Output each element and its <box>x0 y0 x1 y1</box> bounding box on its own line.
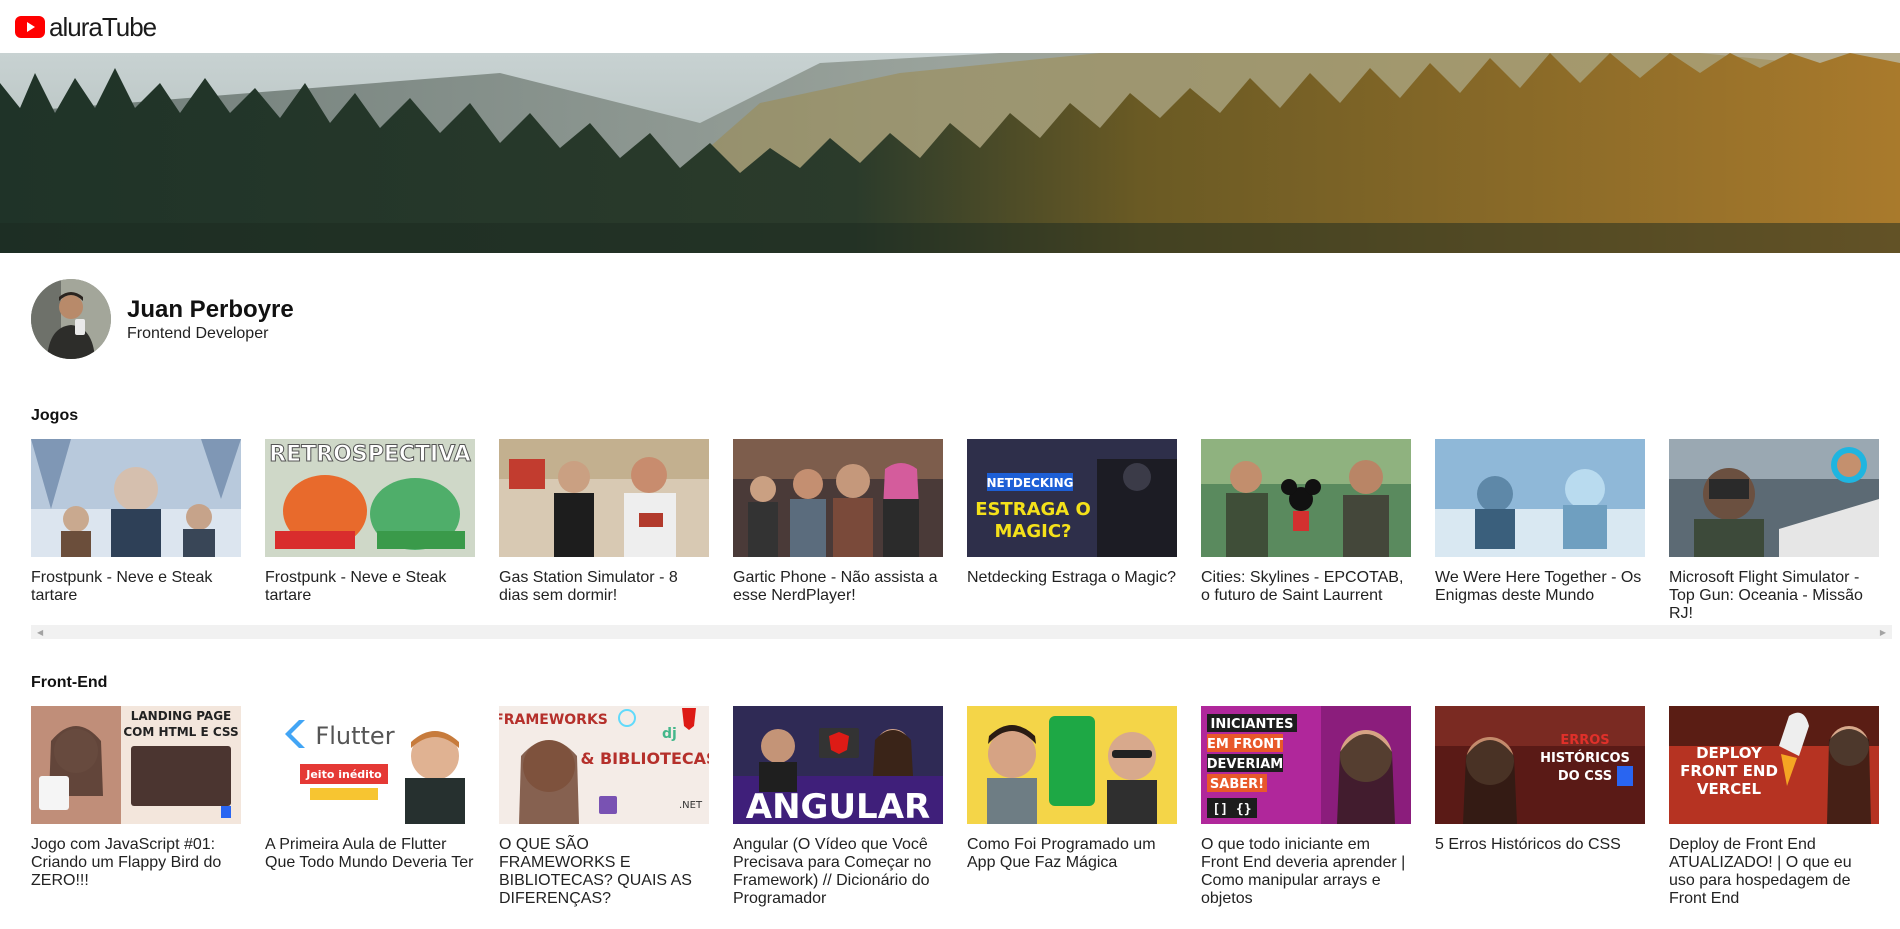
video-thumbnail[interactable] <box>31 439 241 557</box>
avatar[interactable] <box>31 279 111 359</box>
thumbnail-text: [] {} <box>1212 802 1251 817</box>
playlist-jogos: Jogos Frostpunk - Neve e Steak tartare R… <box>31 405 1900 639</box>
video-title[interactable]: O que todo iniciante em Front End deveri… <box>1201 836 1411 908</box>
thumbnail-text: ERROS <box>1560 733 1609 748</box>
thumbnail-text: FRONT END <box>1680 762 1778 780</box>
thumbnail-text: INICIANTES <box>1211 717 1294 732</box>
video-card[interactable]: Microsoft Flight Simulator - Top Gun: Oc… <box>1669 439 1879 623</box>
channel-job: Frontend Developer <box>127 324 269 342</box>
video-card[interactable]: ANGULAR Angular (O Vídeo que Você Precis… <box>733 706 943 908</box>
channel-name: Juan Perboyre <box>127 295 294 323</box>
thumbnail-text: NETDECKING <box>986 476 1073 490</box>
thumbnail-text: ESTRAGA O <box>975 499 1091 520</box>
banner-image <box>0 53 1900 253</box>
video-title[interactable]: Frostpunk - Neve e Steak tartare <box>31 569 241 605</box>
video-title[interactable]: O QUE SÃO FRAMEWORKS E BIBLIOTECAS? QUAI… <box>499 836 709 908</box>
video-title[interactable]: Jogo com JavaScript #01: Criando um Flap… <box>31 836 241 890</box>
thumbnail-text: COM HTML E CSS <box>123 725 238 739</box>
thumbnail-text: EM FRONT <box>1207 737 1283 752</box>
video-card[interactable]: FRAMEWORKS & BIBLIOTECAS dj .NET O QUE S… <box>499 706 709 908</box>
channel-profile: Juan Perboyre Frontend Developer <box>31 279 294 359</box>
video-card[interactable]: INICIANTES EM FRONT DEVERIAM SABER! [] {… <box>1201 706 1411 908</box>
scroll-right-icon[interactable]: ▶ <box>1880 628 1886 637</box>
video-row[interactable]: LANDING PAGE COM HTML E CSS Jogo com Jav… <box>31 706 1900 929</box>
video-card[interactable]: Como Foi Programado um App Que Faz Mágic… <box>967 706 1177 872</box>
video-title[interactable]: Como Foi Programado um App Que Faz Mágic… <box>967 836 1177 872</box>
video-card[interactable]: Flutter Jeito inédito A Primeira Aula de… <box>265 706 475 872</box>
video-thumbnail[interactable]: ERROS HISTÓRICOS DO CSS <box>1435 706 1645 824</box>
video-thumbnail[interactable] <box>1669 439 1879 557</box>
video-thumbnail[interactable] <box>1435 439 1645 557</box>
thumbnail-text: VERCEL <box>1697 780 1762 798</box>
thumbnail-text: DO CSS <box>1558 769 1612 784</box>
thumbnail-text: RETROSPECTIVA <box>269 442 471 467</box>
video-card[interactable]: ERROS HISTÓRICOS DO CSS 5 Erros Históric… <box>1435 706 1645 854</box>
video-thumbnail[interactable] <box>499 439 709 557</box>
horizontal-scrollbar[interactable]: ◀ ▶ <box>31 625 1892 639</box>
video-card[interactable]: LANDING PAGE COM HTML E CSS Jogo com Jav… <box>31 706 241 890</box>
thumbnail-text: Flutter <box>315 722 394 750</box>
playlist-front-end: Front-End LANDING PAGE COM HTML E CSS Jo… <box>31 672 1900 929</box>
thumbnail-text: LANDING PAGE <box>131 709 232 723</box>
video-thumbnail[interactable]: RETROSPECTIVA <box>265 439 475 557</box>
thumbnail-text: DEVERIAM <box>1207 757 1283 772</box>
video-title[interactable]: Deploy de Front End ATUALIZADO! | O que … <box>1669 836 1879 908</box>
youtube-play-icon <box>15 15 45 38</box>
video-thumbnail[interactable] <box>967 706 1177 824</box>
video-title[interactable]: Gartic Phone - Não assista a esse NerdPl… <box>733 569 943 605</box>
video-title[interactable]: Cities: Skylines - EPCOTAB, o futuro de … <box>1201 569 1411 605</box>
video-thumbnail[interactable] <box>733 439 943 557</box>
video-thumbnail[interactable] <box>1201 439 1411 557</box>
channel-banner <box>0 53 1900 253</box>
video-thumbnail[interactable]: ANGULAR <box>733 706 943 824</box>
video-card[interactable]: Frostpunk - Neve e Steak tartare <box>31 439 241 605</box>
logo[interactable]: aluraTube <box>15 11 157 42</box>
video-title[interactable]: Angular (O Vídeo que Você Precisava para… <box>733 836 943 908</box>
video-thumbnail[interactable]: INICIANTES EM FRONT DEVERIAM SABER! [] {… <box>1201 706 1411 824</box>
app-header: aluraTube <box>0 0 1900 53</box>
video-card[interactable]: Gas Station Simulator - 8 dias sem dormi… <box>499 439 709 605</box>
video-card[interactable]: Cities: Skylines - EPCOTAB, o futuro de … <box>1201 439 1411 605</box>
thumbnail-text: dj <box>662 726 677 742</box>
thumbnail-text: MAGIC? <box>995 521 1072 542</box>
video-title[interactable]: Gas Station Simulator - 8 dias sem dormi… <box>499 569 709 605</box>
thumbnail-text: Jeito inédito <box>305 768 382 781</box>
video-title[interactable]: A Primeira Aula de Flutter Que Todo Mund… <box>265 836 475 872</box>
logo-text: aluraTube <box>49 11 157 42</box>
video-thumbnail[interactable]: FRAMEWORKS & BIBLIOTECAS dj .NET <box>499 706 709 824</box>
video-title[interactable]: Frostpunk - Neve e Steak tartare <box>265 569 475 605</box>
thumbnail-text: FRAMEWORKS <box>499 712 608 728</box>
video-card[interactable]: NETDECKING ESTRAGA O MAGIC? Netdecking E… <box>967 439 1177 587</box>
video-card[interactable]: DEPLOY FRONT END VERCEL Deploy de Front … <box>1669 706 1879 908</box>
thumbnail-text: HISTÓRICOS <box>1540 750 1630 766</box>
video-thumbnail[interactable]: LANDING PAGE COM HTML E CSS <box>31 706 241 824</box>
video-row[interactable]: Frostpunk - Neve e Steak tartare RETROSP… <box>31 439 1900 637</box>
video-card[interactable]: We Were Here Together - Os Enigmas deste… <box>1435 439 1645 605</box>
video-title[interactable]: 5 Erros Históricos do CSS <box>1435 836 1645 854</box>
playlist-title: Front-End <box>31 674 108 691</box>
thumbnail-text: SABER! <box>1210 777 1264 792</box>
thumbnail-text: ANGULAR <box>746 787 930 824</box>
thumbnail-text: DEPLOY <box>1696 744 1763 762</box>
video-card[interactable]: RETROSPECTIVA Frostpunk - Neve e Steak t… <box>265 439 475 605</box>
video-thumbnail[interactable]: Flutter Jeito inédito <box>265 706 475 824</box>
video-card[interactable]: Gartic Phone - Não assista a esse NerdPl… <box>733 439 943 605</box>
thumbnail-text: & BIBLIOTECAS <box>580 749 709 768</box>
video-thumbnail[interactable]: DEPLOY FRONT END VERCEL <box>1669 706 1879 824</box>
avatar-image <box>31 279 111 359</box>
video-thumbnail[interactable]: NETDECKING ESTRAGA O MAGIC? <box>967 439 1177 557</box>
video-title[interactable]: Netdecking Estraga o Magic? <box>967 569 1177 587</box>
video-title[interactable]: We Were Here Together - Os Enigmas deste… <box>1435 569 1645 605</box>
scroll-left-icon[interactable]: ◀ <box>37 628 43 637</box>
playlist-title: Jogos <box>31 407 79 424</box>
video-title[interactable]: Microsoft Flight Simulator - Top Gun: Oc… <box>1669 569 1879 623</box>
thumbnail-text: .NET <box>679 800 703 811</box>
